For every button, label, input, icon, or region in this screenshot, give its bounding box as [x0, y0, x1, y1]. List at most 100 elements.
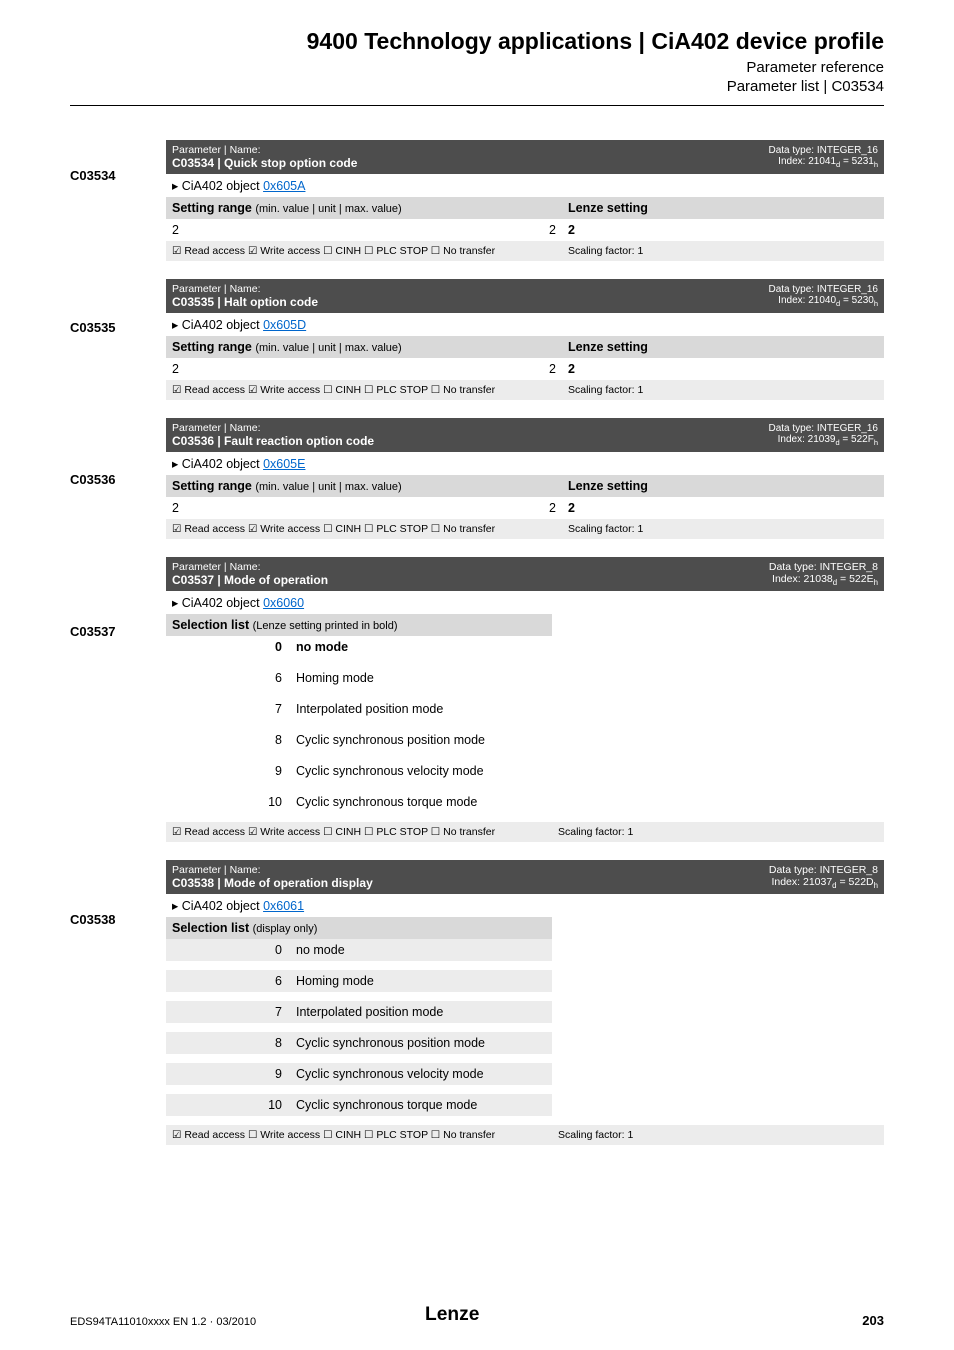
index-value: Index: 21038d = 522Eh: [772, 573, 878, 585]
selection-index: 9: [166, 1063, 290, 1085]
data-type: Data type: INTEGER_16: [769, 423, 879, 434]
cia-object-link[interactable]: 0x605A: [263, 179, 305, 193]
param-name-prefix: Parameter | Name:: [172, 144, 261, 156]
doc-sub2: Parameter list | C03534: [70, 78, 884, 95]
selection-index: 8: [166, 1032, 290, 1054]
lenze-setting-label: Lenze setting: [562, 475, 884, 497]
selection-spacer: [552, 791, 884, 813]
selection-index: 0: [166, 939, 290, 961]
setting-range-label: Setting range: [172, 479, 252, 493]
selection-label: no mode: [290, 939, 552, 961]
selection-label: Interpolated position mode: [290, 1001, 552, 1023]
selection-spacer: [552, 636, 884, 658]
param-code: C03537: [70, 624, 116, 639]
scaling-factor: Scaling factor: 1: [552, 1125, 884, 1145]
setting-range-unit: (min. value | unit | max. value): [255, 481, 401, 493]
data-type: Data type: INTEGER_16: [769, 284, 879, 295]
scaling-factor: Scaling factor: 1: [562, 380, 884, 400]
data-type: Data type: INTEGER_16: [769, 145, 879, 156]
arrow-icon: ▸: [172, 596, 182, 610]
selection-index: 0: [166, 636, 290, 658]
param-code: C03535: [70, 320, 116, 335]
selection-index: 7: [166, 698, 290, 720]
cia-prefix: CiA402 object: [182, 596, 263, 610]
selection-list-label: Selection list: [172, 618, 249, 632]
min-value: 2: [166, 497, 218, 519]
access-flags: ☑ Read access ☑ Write access ☐ CINH ☐ PL…: [172, 826, 495, 838]
selection-label: Homing mode: [290, 970, 552, 992]
footer-page-number: 203: [862, 1313, 884, 1328]
param-name-prefix: Parameter | Name:: [172, 561, 261, 573]
selection-index: 7: [166, 1001, 290, 1023]
max-value: 2: [430, 219, 562, 241]
access-flags: ☑ Read access ☐ Write access ☐ CINH ☐ PL…: [172, 1129, 495, 1141]
lenze-setting-label: Lenze setting: [562, 336, 884, 358]
selection-index: 6: [166, 667, 290, 689]
access-flags: ☑ Read access ☑ Write access ☐ CINH ☐ PL…: [172, 523, 495, 535]
cia-object-link[interactable]: 0x605D: [263, 318, 306, 332]
arrow-icon: ▸: [172, 318, 182, 332]
param-name: C03535 | Halt option code: [172, 295, 318, 309]
selection-spacer: [552, 1063, 884, 1085]
arrow-icon: ▸: [172, 179, 182, 193]
scaling-factor: Scaling factor: 1: [562, 519, 884, 539]
selection-label: Cyclic synchronous torque mode: [290, 1094, 552, 1116]
selection-spacer: [552, 729, 884, 751]
selection-label: Cyclic synchronous velocity mode: [290, 1063, 552, 1085]
scaling-factor: Scaling factor: 1: [552, 822, 884, 842]
lenze-setting-label: Lenze setting: [562, 197, 884, 219]
param-code: C03538: [70, 912, 116, 927]
index-value: Index: 21041d = 5231h: [778, 156, 878, 167]
index-value: Index: 21039d = 522Fh: [778, 434, 878, 445]
selection-index: 6: [166, 970, 290, 992]
setting-range-label: Setting range: [172, 201, 252, 215]
selection-label: no mode: [290, 636, 552, 658]
index-value: Index: 21040d = 5230h: [778, 295, 878, 306]
setting-range-unit: (min. value | unit | max. value): [255, 342, 401, 354]
param-name: C03537 | Mode of operation: [172, 573, 328, 587]
selection-label: Interpolated position mode: [290, 698, 552, 720]
doc-title: 9400 Technology applications | CiA402 de…: [70, 28, 884, 55]
selection-label: Cyclic synchronous position mode: [290, 729, 552, 751]
scaling-factor: Scaling factor: 1: [562, 241, 884, 261]
svg-text:Lenze: Lenze: [425, 1304, 480, 1325]
footer-left: EDS94TA11010xxxx EN 1.2 · 03/2010: [70, 1316, 256, 1328]
selection-index: 9: [166, 760, 290, 782]
page-header: 9400 Technology applications | CiA402 de…: [70, 28, 884, 106]
lenze-setting-value: 2: [562, 358, 884, 380]
selection-label: Cyclic synchronous position mode: [290, 1032, 552, 1054]
min-value: 2: [166, 358, 218, 380]
selection-label: Cyclic synchronous torque mode: [290, 791, 552, 813]
param-name: C03538 | Mode of operation display: [172, 876, 373, 890]
cia-prefix: CiA402 object: [182, 899, 263, 913]
selection-index: 10: [166, 1094, 290, 1116]
cia-prefix: CiA402 object: [182, 457, 263, 471]
max-value: 2: [430, 358, 562, 380]
arrow-icon: ▸: [172, 899, 182, 913]
selection-label: Homing mode: [290, 667, 552, 689]
param-code: C03534: [70, 168, 116, 183]
selection-spacer: [552, 1094, 884, 1116]
cia-prefix: CiA402 object: [182, 318, 263, 332]
selection-spacer: [552, 667, 884, 689]
setting-range-unit: (min. value | unit | max. value): [255, 203, 401, 215]
cia-object-link[interactable]: 0x6060: [263, 596, 304, 610]
data-type: Data type: INTEGER_8: [769, 561, 878, 573]
header-rule: [70, 105, 884, 106]
min-value: 2: [166, 219, 218, 241]
param-name-prefix: Parameter | Name:: [172, 283, 261, 295]
selection-spacer: [552, 698, 884, 720]
selection-list-label: Selection list: [172, 921, 249, 935]
selection-spacer: [552, 939, 884, 961]
lenze-logo: Lenze: [425, 1299, 529, 1332]
cia-object-link[interactable]: 0x605E: [263, 457, 305, 471]
selection-index: 10: [166, 791, 290, 813]
access-flags: ☑ Read access ☑ Write access ☐ CINH ☐ PL…: [172, 384, 495, 396]
selection-spacer: [552, 1001, 884, 1023]
param-code: C03536: [70, 472, 116, 487]
cia-object-link[interactable]: 0x6061: [263, 899, 304, 913]
max-value: 2: [430, 497, 562, 519]
access-flags: ☑ Read access ☑ Write access ☐ CINH ☐ PL…: [172, 245, 495, 257]
arrow-icon: ▸: [172, 457, 182, 471]
param-name: C03536 | Fault reaction option code: [172, 434, 374, 448]
